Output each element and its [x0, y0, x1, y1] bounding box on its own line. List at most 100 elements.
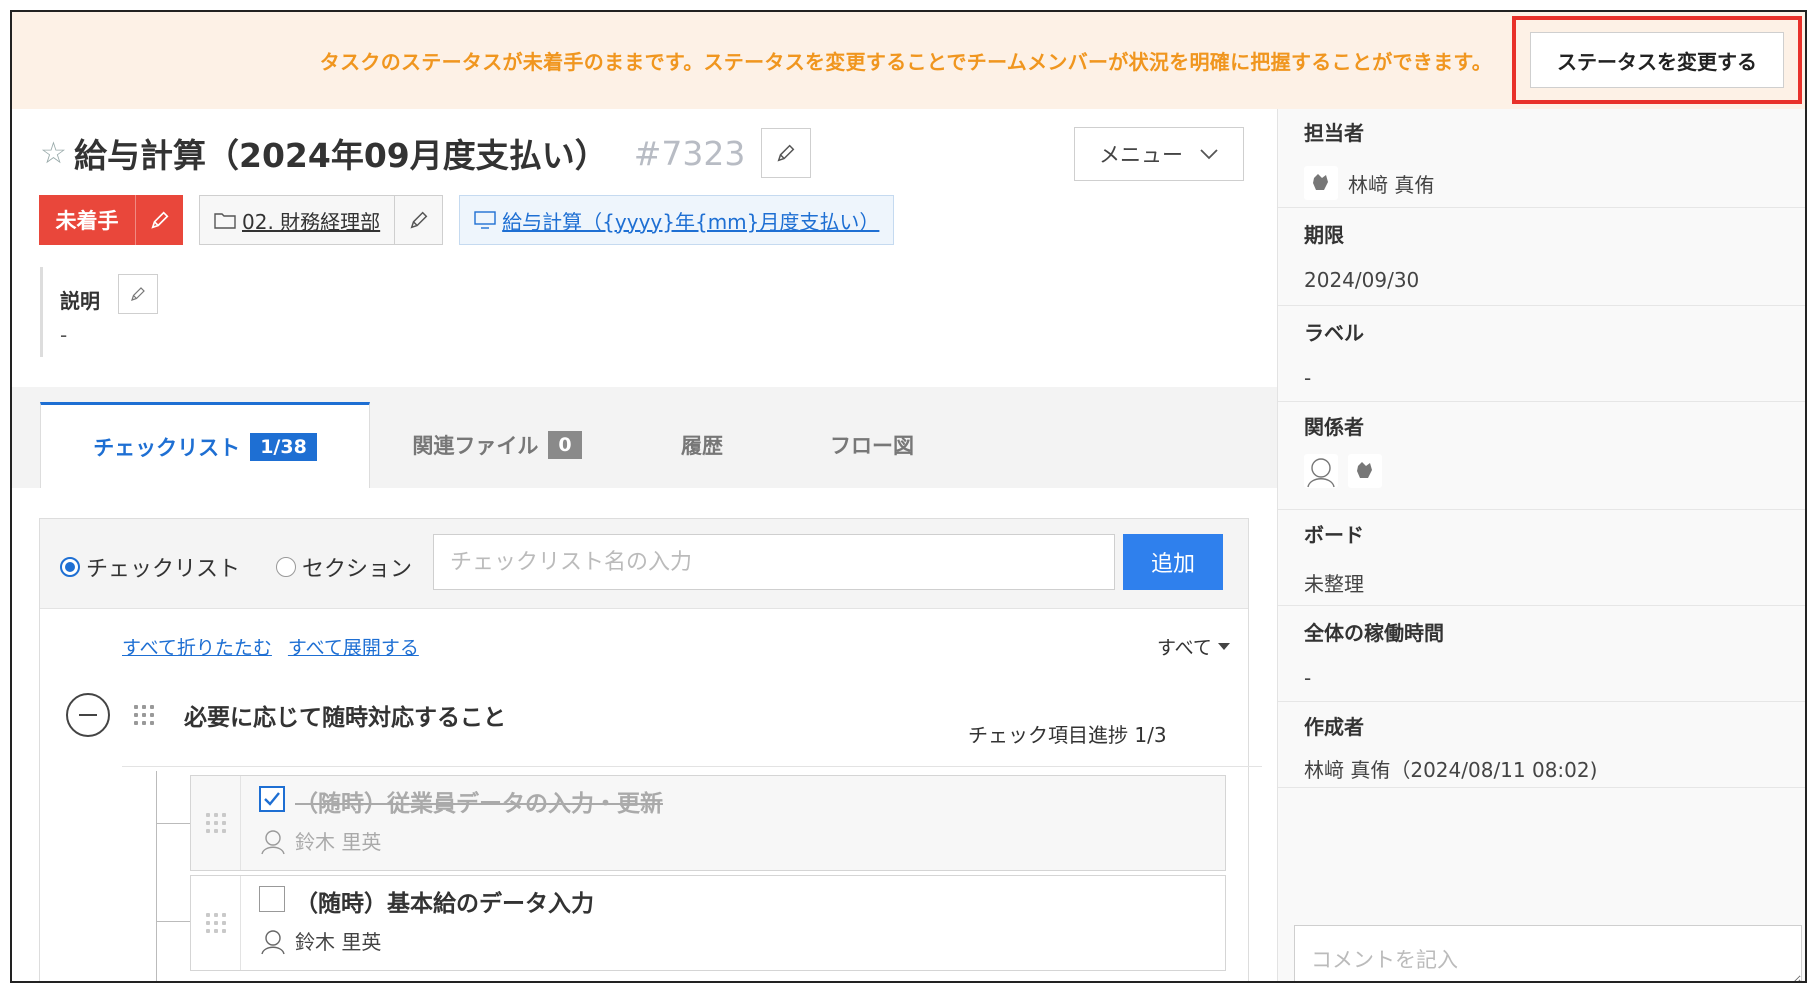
chevron-down-icon	[1200, 149, 1218, 160]
checklist-name-input[interactable]	[433, 534, 1115, 590]
tab-label: 関連ファイル	[412, 434, 539, 458]
label-label: ラベル	[1304, 321, 1364, 345]
edit-title-button[interactable]	[761, 128, 812, 178]
radio-dot	[60, 557, 80, 577]
creator-label: 作成者	[1304, 715, 1364, 739]
folder-tag: 02. 財務経理部	[199, 195, 444, 245]
assignee-name: 鈴木 里英	[295, 830, 382, 854]
expand-all-link[interactable]: すべて展開する	[288, 633, 419, 660]
expand-links: すべて折りたたむ すべて展開する	[122, 633, 419, 660]
edit-status-button[interactable]	[135, 195, 183, 245]
filter-label: すべて	[1157, 637, 1212, 659]
avatar-icon	[1304, 454, 1338, 488]
app-window: タスクのステータスが未着手のままです。ステータスを変更することでチームメンバーが…	[10, 10, 1807, 983]
radio-label: セクション	[302, 557, 413, 582]
task-title: 給与計算（2024年09月度支払い）	[74, 136, 608, 175]
section-progress: チェック項目進捗 1/3	[968, 723, 1167, 747]
item-checkbox[interactable]	[259, 786, 285, 812]
item-assignee: 鈴木 里英	[259, 826, 381, 855]
divider	[1278, 401, 1805, 402]
tabs-area: チェックリスト 1/38 関連ファイル 0 履歴 フロー図 チェックリスト セク…	[12, 387, 1277, 981]
tab-flow[interactable]: フロー図	[802, 402, 942, 488]
divider	[1278, 787, 1805, 788]
stakeholders-value[interactable]	[1304, 454, 1382, 488]
radio-dot	[276, 557, 296, 577]
section-title: 必要に応じて随時対応すること	[184, 705, 506, 731]
board-label: ボード	[1304, 523, 1364, 547]
assignee-name: 林﨑 真侑	[1348, 172, 1435, 197]
description-label: 説明	[60, 289, 100, 313]
divider	[1278, 605, 1805, 606]
radio-section[interactable]: セクション	[276, 551, 412, 583]
assignee-field: 担当者 林﨑 真侑	[1304, 117, 1434, 200]
tab-history[interactable]: 履歴	[652, 402, 752, 488]
task-number: #7323	[633, 133, 746, 173]
monitor-icon	[474, 211, 496, 229]
avatar-icon	[261, 929, 285, 954]
checklist-item: （随時）従業員データの入力・更新 鈴木 里英	[190, 775, 1226, 871]
tab-badge: 1/38	[250, 432, 317, 461]
checklist-box: チェックリスト セクション 追加 すべて折りたたむ すべて展開する	[39, 518, 1262, 981]
item-title[interactable]: （随時）従業員データの入力・更新	[295, 784, 663, 818]
comment-input[interactable]	[1294, 925, 1802, 981]
tab-checklist[interactable]: チェックリスト 1/38	[40, 402, 370, 488]
change-status-button[interactable]: ステータスを変更する	[1530, 32, 1784, 88]
drag-handle-icon	[205, 813, 226, 833]
template-link[interactable]: 給与計算（{yyyy}年{mm}月度支払い）	[459, 195, 895, 245]
menu-button[interactable]: メニュー	[1074, 127, 1244, 181]
drag-handle-icon[interactable]	[134, 705, 154, 725]
worktime-value: -	[1304, 666, 1312, 690]
template-name: 給与計算（{yyyy}年{mm}月度支払い）	[502, 209, 880, 234]
edit-description-button[interactable]	[118, 274, 158, 314]
folder-link[interactable]: 02. 財務経理部	[200, 196, 394, 244]
avatar-icon	[261, 829, 285, 854]
label-field: ラベル -	[1304, 317, 1364, 390]
board-value[interactable]: 未整理	[1304, 568, 1364, 597]
avatar-icon	[1348, 454, 1382, 488]
task-tags: 未着手 02. 財務経理部 給与計算（{yyyy}年{mm}月度支払い）	[39, 195, 895, 245]
pencil-icon	[777, 144, 795, 162]
add-button[interactable]: 追加	[1123, 534, 1223, 590]
filter-dropdown[interactable]: すべて	[1157, 633, 1230, 660]
edit-folder-button[interactable]	[394, 196, 442, 244]
highlight-outline: ステータスを変更する	[1512, 16, 1802, 104]
pencil-icon	[150, 211, 169, 229]
pencil-icon	[131, 287, 145, 301]
tab-files[interactable]: 関連ファイル 0	[397, 402, 597, 488]
task-sidebar: 担当者 林﨑 真侑 期限 2024/09/30 ラベル - 関係者 ボード 未整…	[1277, 109, 1805, 981]
checklist-item: （随時）基本給のデータ入力 鈴木 里英	[190, 875, 1226, 971]
due-label: 期限	[1304, 223, 1344, 247]
item-drag-handle[interactable]	[191, 776, 241, 870]
checklist-panel: チェックリスト セクション 追加 すべて折りたたむ すべて展開する	[12, 488, 1277, 981]
radio-label: チェックリスト	[86, 557, 241, 582]
title-row: ☆ 給与計算（2024年09月度支払い） #7323	[40, 127, 812, 179]
tree-branch	[156, 921, 190, 922]
item-title[interactable]: （随時）基本給のデータ入力	[295, 884, 594, 918]
item-assignee: 鈴木 里英	[259, 926, 381, 955]
status-label[interactable]: 未着手	[39, 195, 135, 245]
collapse-all-link[interactable]: すべて折りたたむ	[122, 633, 272, 660]
due-value[interactable]: 2024/09/30	[1304, 268, 1419, 292]
divider	[122, 766, 1262, 767]
item-drag-handle[interactable]	[191, 876, 241, 970]
due-field: 期限 2024/09/30	[1304, 219, 1419, 292]
checklist-add-row: チェックリスト セクション 追加	[40, 519, 1248, 609]
assignee-value[interactable]: 林﨑 真侑	[1304, 166, 1434, 200]
item-checkbox[interactable]	[259, 886, 285, 912]
description-bar	[40, 267, 43, 357]
menu-label: メニュー	[1099, 143, 1183, 167]
radio-checklist[interactable]: チェックリスト	[60, 551, 240, 583]
divider	[1278, 207, 1805, 208]
check-icon	[264, 792, 280, 806]
stakeholders-field: 関係者	[1304, 411, 1382, 488]
task-main: ☆ 給与計算（2024年09月度支払い） #7323 メニュー 未着手 02. …	[12, 109, 1277, 981]
creator-value: 林﨑 真侑（2024/08/11 08:02)	[1304, 758, 1598, 782]
banner-message: タスクのステータスが未着手のままです。ステータスを変更することでチームメンバーが…	[319, 50, 1492, 74]
divider	[1278, 509, 1805, 510]
tab-label: 履歴	[681, 434, 723, 458]
avatar-icon	[1304, 166, 1338, 200]
star-icon[interactable]: ☆	[40, 136, 74, 171]
collapse-section-icon[interactable]	[66, 693, 110, 737]
label-value[interactable]: -	[1304, 366, 1364, 390]
tree-branch	[156, 823, 190, 824]
